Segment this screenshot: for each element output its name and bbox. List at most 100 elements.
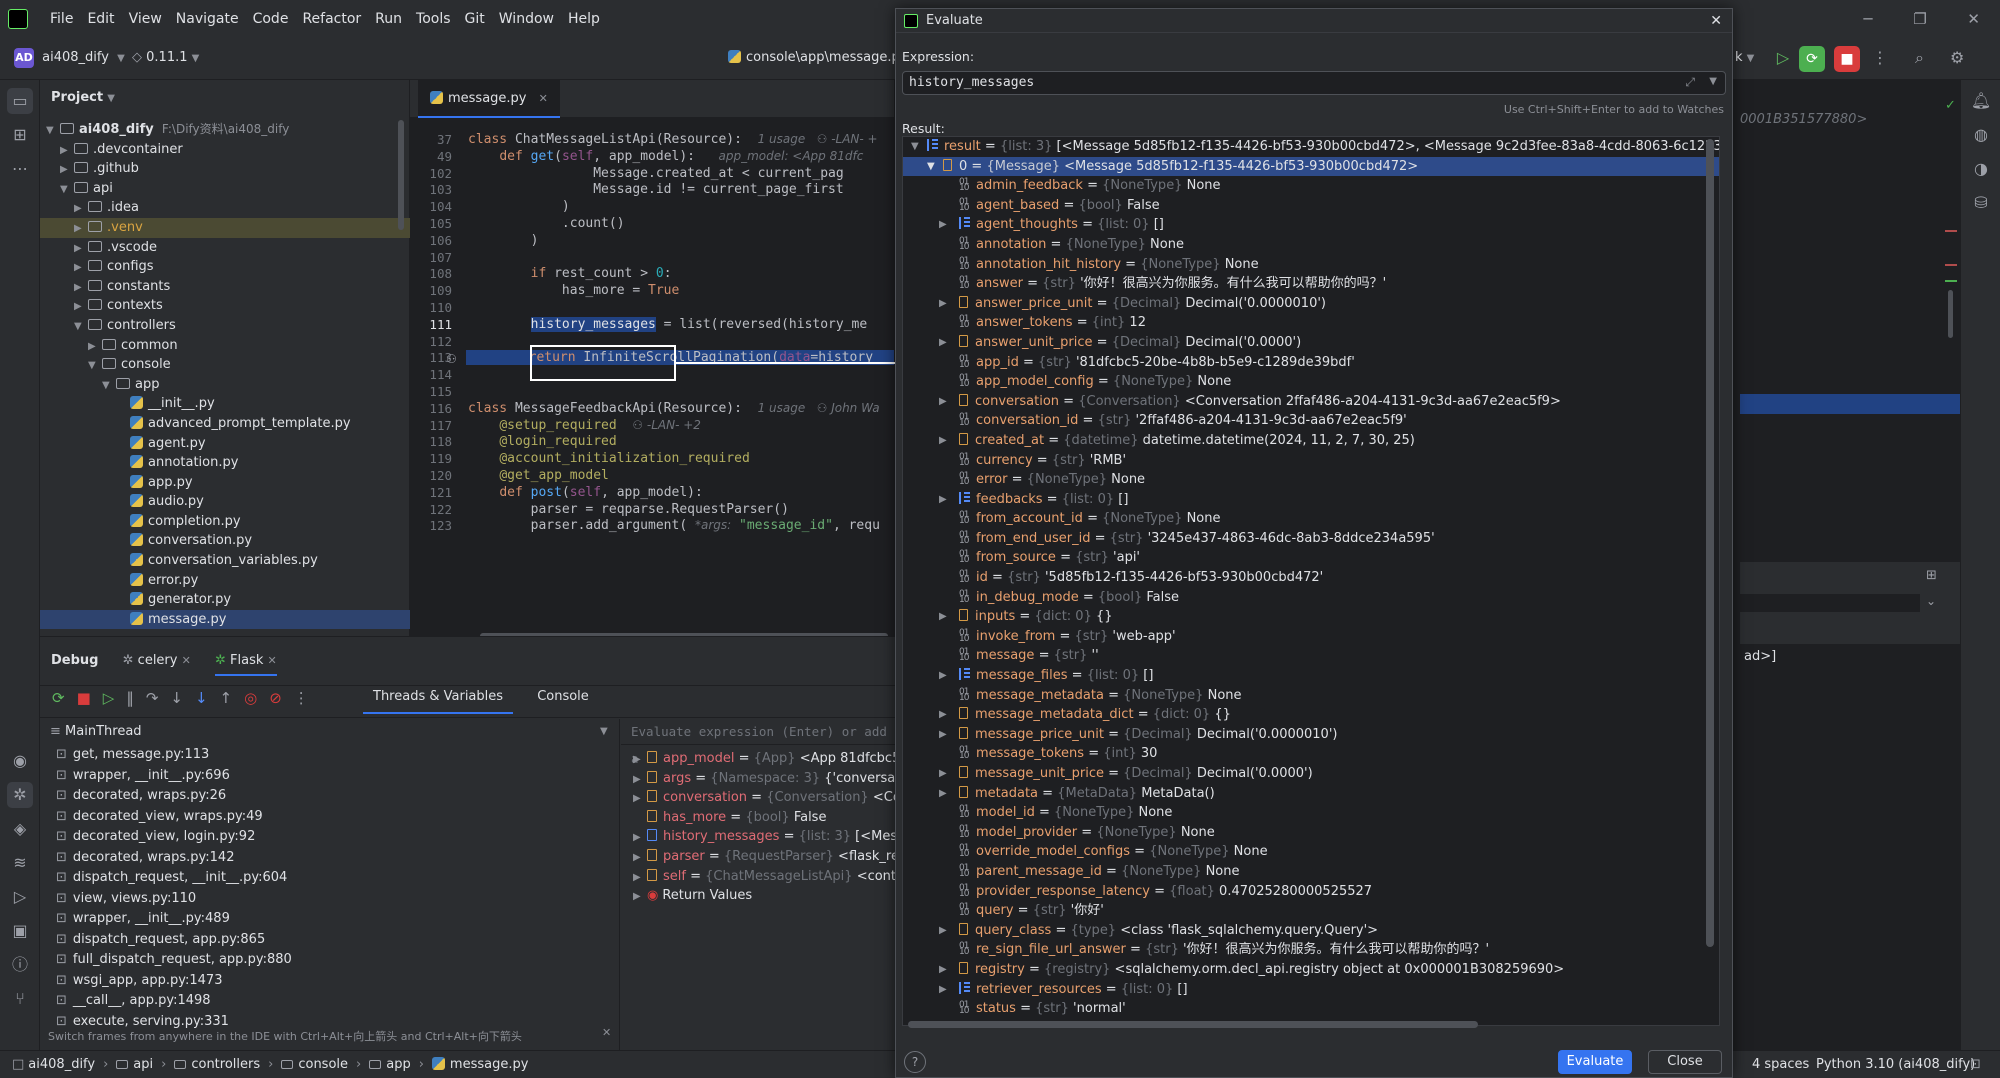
field-row[interactable]: 01 10 model_provider = {NoneType} None	[903, 823, 1719, 843]
collapse-arrow-icon[interactable]: ▶	[74, 258, 88, 278]
run-icon[interactable]: ▷	[1772, 47, 1794, 69]
more-actions-icon[interactable]: ⋮	[1872, 48, 1888, 67]
more-tools-icon[interactable]: ⋯	[7, 156, 33, 182]
field-row[interactable]: ▶ agent_thoughts = {list: 0} []	[903, 215, 1719, 235]
field-row[interactable]: 01 10 from_source = {str} 'api'	[903, 548, 1719, 568]
stop-icon[interactable]: ■	[77, 689, 103, 707]
collapse-arrow-icon[interactable]: ▼	[911, 137, 919, 157]
field-row[interactable]: 01 10 override_model_configs = {NoneType} …	[903, 842, 1719, 862]
help-icon[interactable]: ?	[904, 1051, 926, 1073]
tree-item[interactable]: message.py	[40, 609, 410, 630]
collapse-icon[interactable]: ⌄	[1926, 594, 1936, 608]
tab-threads-variables[interactable]: Threads & Variables	[363, 689, 514, 714]
close-tab-icon[interactable]: ✕	[268, 654, 277, 667]
project-tool-icon[interactable]: ▭	[7, 88, 33, 114]
expand-arrow-icon[interactable]: ▶	[633, 868, 647, 888]
expand-arrow-icon[interactable]: ▼	[46, 121, 60, 141]
tree-item[interactable]: ▼ controllers	[40, 316, 410, 336]
field-row[interactable]: 01 10 message_metadata = {NoneType} None	[903, 686, 1719, 706]
collapse-arrow-icon[interactable]: ▶	[88, 337, 102, 357]
python-packages-icon[interactable]: ◈	[7, 816, 33, 842]
status-breadcrumb-item[interactable]: app ›	[369, 1057, 432, 1072]
expand-arrow-icon[interactable]: ▶	[939, 392, 947, 412]
vcs-widget[interactable]: ◇ 0.11.1 ▼	[132, 50, 199, 65]
field-row[interactable]: ▶ answer_price_unit = {Decimal} Decimal('…	[903, 294, 1719, 314]
field-row[interactable]: 01 10 app_model_config = {NoneType} None	[903, 372, 1719, 392]
close-button[interactable]: Close	[1648, 1050, 1722, 1074]
expand-arrow-icon[interactable]: ▶	[939, 980, 947, 1000]
field-row[interactable]: 01 10 answer = {str} '你好！很高兴为你服务。有什么我可以帮助你…	[903, 274, 1719, 294]
step-into-my-code-icon[interactable]: ↓	[195, 689, 220, 707]
expand-arrow-icon[interactable]: ▼	[74, 317, 88, 337]
structure-tool-icon[interactable]: ⊞	[7, 122, 33, 148]
tree-item[interactable]: generator.py	[40, 590, 410, 610]
expand-arrow-icon[interactable]: ▶	[939, 666, 947, 686]
variable-row[interactable]: ▶args = {Namespace: 3} {'conversation_i	[621, 769, 900, 789]
expand-arrow-icon[interactable]: ▶	[939, 725, 947, 745]
stack-frame[interactable]: ⊡ decorated_view, wraps.py:49	[40, 807, 619, 828]
menu-run[interactable]: Run	[375, 0, 402, 38]
menu-navigate[interactable]: Navigate	[176, 0, 239, 38]
expand-arrow-icon[interactable]: ▶	[939, 784, 947, 804]
menu-file[interactable]: File	[50, 0, 73, 38]
layout-icon[interactable]: ⊞	[1926, 568, 1937, 583]
field-row[interactable]: 01 10 admin_feedback = {NoneType} None	[903, 176, 1719, 196]
history-dropdown-icon[interactable]: ▼	[1709, 76, 1717, 87]
field-row[interactable]: ▶ registry = {registry} <sqlalchemy.orm.d…	[903, 960, 1719, 980]
services-icon[interactable]: ◉	[7, 748, 33, 774]
file-breadcrumb[interactable]: console\app\message.p	[728, 50, 900, 65]
field-row[interactable]: 01 10 message_tokens = {int} 30	[903, 744, 1719, 764]
menu-refactor[interactable]: Refactor	[302, 0, 361, 38]
interpreter-indicator[interactable]: Python 3.10 (ai408_dify)	[1816, 1051, 1975, 1078]
collapse-arrow-icon[interactable]: ▶	[74, 278, 88, 298]
tree-item[interactable]: conversation_variables.py	[40, 551, 410, 571]
tree-item[interactable]: completion.py	[40, 512, 410, 532]
stack-frame[interactable]: ⊡ full_dispatch_request, app.py:880	[40, 950, 619, 971]
field-row[interactable]: ▶ conversation = {Conversation} <Conversa…	[903, 392, 1719, 412]
tree-item[interactable]: advanced_prompt_template.py	[40, 414, 410, 434]
result-item-0-row[interactable]: ▼ 0 = {Message} <Message 5d85fb12-f135-4…	[903, 156, 1719, 177]
problems-icon[interactable]: ⓘ	[7, 952, 33, 978]
field-row[interactable]: ▶ message_unit_price = {Decimal} Decimal(…	[903, 764, 1719, 784]
tree-item[interactable]: conversation.py	[40, 531, 410, 551]
field-row[interactable]: 01 10 annotation = {NoneType} None	[903, 235, 1719, 255]
stack-frame[interactable]: ⊡ decorated, wraps.py:26	[40, 786, 619, 807]
tree-item[interactable]: ▼ api	[40, 179, 410, 199]
expand-arrow-icon[interactable]: ▶	[633, 770, 647, 790]
expand-arrow-icon[interactable]: ▶	[633, 789, 647, 809]
minimize-icon[interactable]: ─	[1863, 10, 1872, 28]
rerun-icon[interactable]: ⟳	[52, 689, 77, 707]
view-breakpoints-icon[interactable]: ◎	[244, 689, 269, 707]
expand-arrow-icon[interactable]: ▼	[102, 376, 116, 396]
run-tool-icon[interactable]: ▷	[7, 884, 33, 910]
expand-arrow-icon[interactable]: ▶	[939, 607, 947, 627]
menu-code[interactable]: Code	[253, 0, 289, 38]
menu-view[interactable]: View	[129, 0, 162, 38]
field-row[interactable]: 01 10 parent_message_id = {NoneType} None	[903, 862, 1719, 882]
mute-breakpoints-icon[interactable]: ⊘	[269, 689, 294, 707]
tab-message-py[interactable]: message.py ✕	[418, 80, 560, 118]
expand-arrow-icon[interactable]: ▶	[939, 215, 947, 235]
variable-row[interactable]: ▶parser = {RequestParser} <flask_restful…	[621, 847, 900, 867]
search-icon[interactable]: ⌕	[1915, 48, 1924, 68]
status-breadcrumb-item[interactable]: api ›	[116, 1057, 174, 1072]
field-row[interactable]: ▶ feedbacks = {list: 0} []	[903, 490, 1719, 510]
stack-frame[interactable]: ⊡ wrapper, __init__.py:696	[40, 766, 619, 787]
tree-item[interactable]: ▶ .venv	[40, 217, 410, 238]
collapse-arrow-icon[interactable]: ▶	[74, 297, 88, 317]
tree-item[interactable]: __init__.py	[40, 394, 410, 414]
settings-gear-icon[interactable]: ⚙	[1950, 48, 1964, 67]
field-row[interactable]: 01 10 answer_tokens = {int} 12	[903, 313, 1719, 333]
field-row[interactable]: 01 10 app_id = {str} '81dfcbc5-20be-4b8b-b…	[903, 353, 1719, 373]
stack-frame[interactable]: ⊡ __call__, app.py:1498	[40, 991, 619, 1012]
evaluate-button[interactable]: Evaluate	[1558, 1050, 1632, 1074]
expand-arrow-icon[interactable]: ▶	[939, 764, 947, 784]
tree-item[interactable]: ▼ app	[40, 375, 410, 395]
tree-item[interactable]: ▶ constants	[40, 277, 410, 297]
menu-tools[interactable]: Tools	[416, 0, 451, 38]
field-row[interactable]: 01 10 in_debug_mode = {bool} False	[903, 588, 1719, 608]
step-into-icon[interactable]: ↓	[170, 689, 195, 707]
code-editor[interactable]: 37 class ChatMessageListApi(Resource): 1 …	[410, 118, 1295, 639]
tree-item[interactable]: ▶ common	[40, 336, 410, 356]
expression-input[interactable]: history_messages ⤢ ▼	[902, 71, 1726, 95]
